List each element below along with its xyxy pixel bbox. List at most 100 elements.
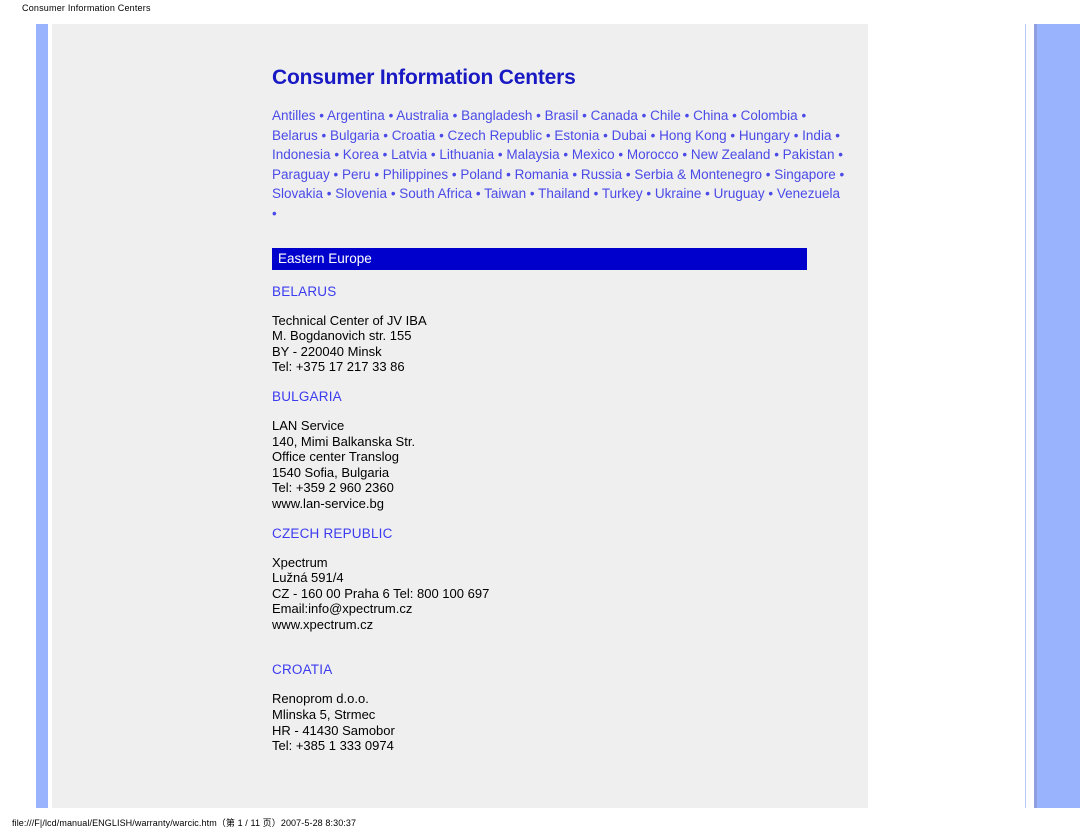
country-link-romania[interactable]: Romania (515, 167, 569, 182)
country-link-colombia[interactable]: Colombia (741, 108, 798, 123)
country-link-latvia[interactable]: Latvia (391, 147, 427, 162)
index-separator: • (330, 147, 343, 163)
country-sections: BELARUS Technical Center of JV IBA M. Bogd… (272, 284, 872, 754)
country-link-paraguay[interactable]: Paraguay (272, 167, 330, 182)
index-separator: • (701, 186, 714, 202)
country-link-dubai[interactable]: Dubai (612, 128, 647, 143)
article-body: Consumer Information Centers Antilles • … (272, 24, 872, 754)
country-link-belarus[interactable]: Belarus (272, 128, 318, 143)
country-link-south-africa[interactable]: South Africa (399, 186, 472, 201)
country-link-venezuela[interactable]: Venezuela (777, 186, 840, 201)
index-separator: • (789, 127, 803, 143)
index-separator: • (726, 127, 739, 143)
index-separator: • (526, 186, 539, 202)
country-link-mexico[interactable]: Mexico (572, 147, 615, 162)
country-heading-bulgaria: BULGARIA (272, 388, 342, 404)
address-line: Mlinska 5, Strmec (272, 707, 376, 723)
country-link-indonesia[interactable]: Indonesia (272, 147, 331, 162)
index-separator: • (448, 166, 461, 182)
country-link-bulgaria[interactable]: Bulgaria (330, 128, 380, 143)
country-link-pakistan[interactable]: Pakistan (783, 147, 835, 162)
address-line: Xpectrum (272, 554, 328, 570)
country-link-singapore[interactable]: Singapore (774, 167, 836, 182)
region-heading-eastern-europe: Eastern Europe (272, 247, 807, 270)
page-title: Consumer Information Centers (272, 66, 576, 89)
index-separator: • (642, 186, 655, 202)
country-link-korea[interactable]: Korea (343, 147, 379, 162)
address-line: LAN Service (272, 417, 345, 433)
country-link-australia[interactable]: Australia (396, 108, 449, 123)
index-separator: • (680, 108, 694, 123)
country-link-thailand[interactable]: Thailand (538, 186, 590, 201)
index-separator: • (764, 186, 777, 202)
country-link-turkey[interactable]: Turkey (602, 186, 643, 201)
index-separator: • (472, 186, 485, 202)
country-link-china[interactable]: China (693, 108, 728, 123)
country-link-hong-kong[interactable]: Hong Kong (659, 128, 727, 143)
address-line: BY - 220040 Minsk (272, 343, 382, 359)
country-link-lithuania[interactable]: Lithuania (439, 147, 494, 162)
country-link-czech-republic[interactable]: Czech Republic (448, 128, 543, 143)
country-link-canada[interactable]: Canada (591, 108, 638, 123)
country-link-brasil[interactable]: Brasil (545, 108, 579, 123)
country-link-philippines[interactable]: Philippines (383, 167, 448, 182)
right-hairline-divider (1025, 24, 1026, 808)
index-separator: • (370, 166, 383, 182)
country-link-russia[interactable]: Russia (581, 167, 622, 182)
index-separator: • (315, 108, 328, 123)
service-center-address: LAN Service 140, Mimi Balkanska Str. Offic… (272, 418, 872, 512)
country-link-croatia[interactable]: Croatia (392, 128, 436, 143)
address-line: Lužná 591/4 (272, 570, 344, 586)
country-link-malaysia[interactable]: Malaysia (506, 147, 559, 162)
index-separator: • (379, 127, 392, 143)
index-separator: • (532, 108, 545, 123)
address-line: www.xpectrum.cz (272, 616, 374, 632)
index-separator: • (835, 166, 845, 182)
address-line: 1540 Sofia, Bulgaria (272, 464, 390, 480)
country-link-peru[interactable]: Peru (342, 167, 371, 182)
country-index-links: Antilles • Argentina • Australia • Bangl… (272, 90, 848, 224)
index-separator: • (599, 127, 612, 143)
address-line: M. Bogdanovich str. 155 (272, 328, 412, 344)
country-link-new-zealand[interactable]: New Zealand (691, 147, 771, 162)
index-separator: • (622, 166, 635, 182)
index-separator: • (614, 147, 627, 163)
index-separator: • (384, 108, 397, 123)
country-link-slovakia[interactable]: Slovakia (272, 186, 323, 201)
country-link-india[interactable]: India (802, 128, 831, 143)
country-heading-belarus: BELARUS (272, 283, 337, 299)
country-link-ukraine[interactable]: Ukraine (655, 186, 702, 201)
country-link-antilles[interactable]: Antilles (272, 108, 316, 123)
index-separator: • (427, 147, 440, 163)
country-link-estonia[interactable]: Estonia (554, 128, 599, 143)
country-link-bangladesh[interactable]: Bangladesh (461, 108, 532, 123)
index-separator: • (542, 127, 555, 143)
country-link-serbia-montenegro[interactable]: Serbia & Montenegro (634, 167, 762, 182)
index-separator: • (568, 166, 581, 182)
page-canvas: Consumer Information Centers Antilles • … (0, 24, 1080, 808)
right-accent-bar (1037, 24, 1080, 808)
country-link-argentina[interactable]: Argentina (327, 108, 385, 123)
country-link-taiwan[interactable]: Taiwan (484, 186, 526, 201)
index-separator: • (646, 127, 660, 143)
address-line: Tel: +359 2 960 2360 (272, 480, 394, 496)
address-line: 140, Mimi Balkanska Str. (272, 433, 416, 449)
index-separator: • (770, 147, 783, 163)
left-accent-bar (36, 24, 48, 808)
index-separator: • (761, 166, 775, 182)
country-block: CZECH REPUBLIC Xpectrum Lužná 591/4 CZ - 16… (272, 526, 872, 633)
index-separator: • (448, 108, 462, 123)
country-heading-croatia: CROATIA (272, 662, 333, 678)
country-link-hungary[interactable]: Hungary (739, 128, 790, 143)
index-separator: • (678, 147, 691, 163)
country-link-uruguay[interactable]: Uruguay (714, 186, 765, 201)
address-line: Email:info@xpectrum.cz (272, 601, 413, 617)
country-block: BELARUS Technical Center of JV IBA M. Bogd… (272, 284, 872, 375)
country-link-slovenia[interactable]: Slovenia (335, 186, 387, 201)
country-link-morocco[interactable]: Morocco (627, 147, 679, 162)
index-separator: • (797, 108, 807, 123)
index-separator: • (578, 108, 591, 123)
country-link-poland[interactable]: Poland (460, 167, 502, 182)
index-separator: • (387, 186, 400, 202)
country-link-chile[interactable]: Chile (650, 108, 681, 123)
